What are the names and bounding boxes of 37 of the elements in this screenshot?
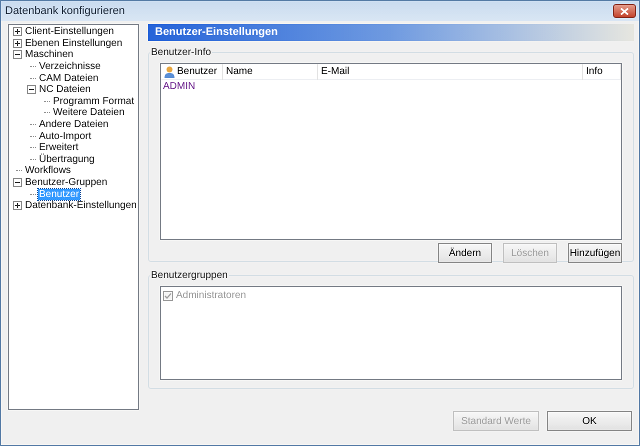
- group-title: Benutzer-Info: [150, 46, 212, 60]
- group-title: Benutzergruppen: [150, 269, 229, 283]
- tree-item[interactable]: Verzeichnisse: [38, 61, 102, 72]
- tree-item[interactable]: Weitere Dateien: [52, 107, 126, 118]
- tree-item[interactable]: Andere Dateien: [38, 119, 110, 130]
- tree-item[interactable]: Maschinen: [24, 49, 74, 60]
- collapse-icon[interactable]: [12, 50, 22, 60]
- close-button[interactable]: [613, 4, 636, 18]
- expand-icon[interactable]: [12, 201, 22, 210]
- tree-item[interactable]: NC Dateien: [38, 84, 92, 96]
- tree-item[interactable]: Workflows: [24, 165, 72, 176]
- column-header[interactable]: Info: [586, 64, 603, 79]
- tree-item[interactable]: Ebenen Einstellungen: [24, 38, 124, 49]
- tree-item[interactable]: Client-Einstellungen: [24, 26, 115, 38]
- user-icon: [164, 66, 175, 78]
- dialog-button[interactable]: OK: [547, 411, 632, 431]
- dialog-button[interactable]: Hinzufügen: [568, 243, 622, 263]
- checkbox-label: Administratoren: [176, 289, 246, 303]
- tree-item[interactable]: Programm Format: [52, 96, 136, 107]
- tree-item[interactable]: Erweitert: [38, 142, 80, 154]
- column-header[interactable]: E-Mail: [321, 64, 350, 79]
- table-cell[interactable]: ADMIN: [163, 79, 196, 94]
- collapse-icon[interactable]: [12, 178, 22, 188]
- tree-item[interactable]: Datenbank-Einstellungen: [24, 200, 138, 212]
- collapse-icon[interactable]: [26, 85, 36, 94]
- tree-item[interactable]: Auto-Import: [38, 130, 92, 142]
- expand-icon[interactable]: [12, 38, 22, 48]
- tree-item[interactable]: CAM Dateien: [38, 72, 100, 84]
- tree-item[interactable]: Benutzer-Gruppen: [24, 177, 108, 188]
- expand-icon[interactable]: [12, 27, 22, 36]
- dialog-button[interactable]: Ändern: [438, 243, 492, 263]
- window-title: Datenbank konfigurieren: [5, 4, 125, 19]
- tree-item[interactable]: Übertragung: [38, 154, 96, 165]
- section-header: Benutzer-Einstellungen: [148, 24, 634, 41]
- column-header[interactable]: Name: [226, 64, 253, 79]
- close-icon: [620, 8, 629, 14]
- column-header[interactable]: Benutzer: [177, 64, 218, 79]
